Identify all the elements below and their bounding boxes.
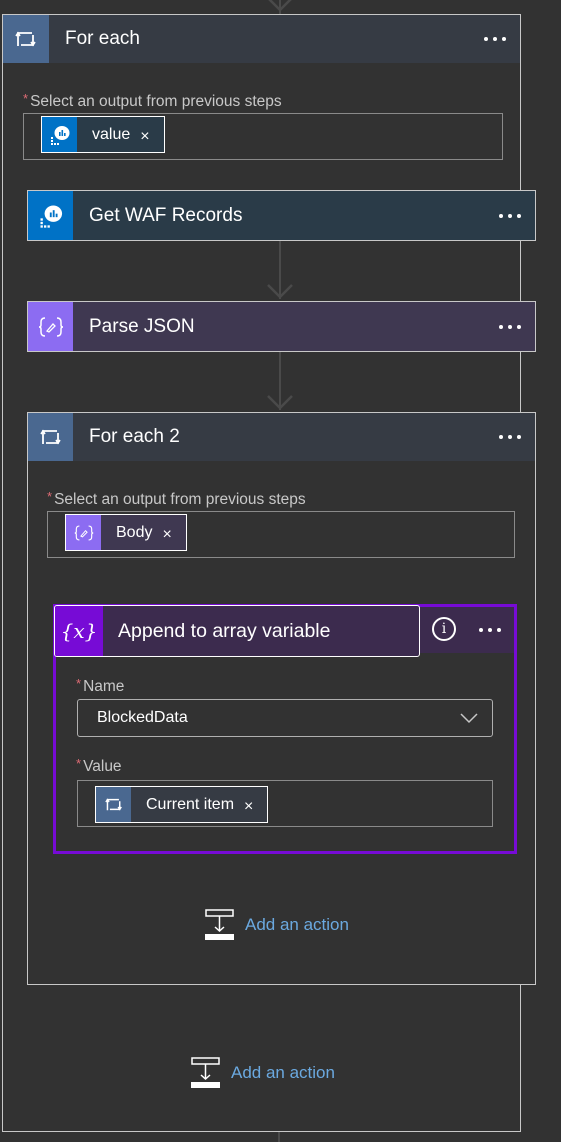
loop-icon bbox=[96, 787, 131, 822]
for-each-2-header[interactable]: For each 2 bbox=[28, 413, 535, 461]
name-dropdown[interactable]: BlockedData bbox=[77, 699, 493, 737]
for-each-2-field-label: * Select an output from previous steps bbox=[47, 489, 306, 508]
variable-icon: {x} bbox=[55, 606, 103, 656]
for-each-title: For each bbox=[65, 28, 140, 49]
value-token-label: value bbox=[92, 125, 131, 143]
chevron-down-icon bbox=[460, 713, 478, 724]
for-each-2-title: For each 2 bbox=[89, 426, 180, 447]
add-action-icon bbox=[205, 909, 234, 940]
connector-arrow-icon bbox=[268, 0, 292, 12]
for-each-container: For each * Select an output from previous… bbox=[2, 14, 536, 1132]
application-insights-icon bbox=[42, 117, 77, 152]
get-waf-records-card[interactable]: Get WAF Records bbox=[27, 190, 536, 241]
name-field-label: * Name bbox=[76, 676, 125, 695]
parse-json-card[interactable]: Parse JSON bbox=[27, 301, 536, 352]
for-each-field-label: * Select an output from previous steps bbox=[23, 91, 282, 110]
for-each-header[interactable]: For each bbox=[3, 15, 520, 63]
connector-arrow-icon bbox=[267, 284, 293, 299]
current-item-token-label: Current item bbox=[146, 795, 235, 813]
add-action-outer-button[interactable]: Add an action bbox=[191, 1057, 335, 1089]
value-token-remove-button[interactable]: × bbox=[130, 128, 163, 146]
body-token-remove-button[interactable]: × bbox=[152, 526, 185, 544]
value-token[interactable]: value × bbox=[41, 116, 165, 153]
for-each-2-more-options-button[interactable] bbox=[499, 435, 535, 439]
append-to-array-card: {x} Append to array variable i * Name Blo… bbox=[53, 604, 517, 854]
body-token-label: Body bbox=[116, 523, 153, 541]
body-token[interactable]: Body × bbox=[65, 514, 187, 551]
for-each-output-input[interactable]: value × bbox=[23, 113, 503, 160]
connector-line-bottom bbox=[278, 1132, 280, 1142]
append-to-array-header[interactable]: {x} Append to array variable bbox=[54, 605, 420, 657]
append-to-array-title: Append to array variable bbox=[118, 619, 331, 642]
connector-arrow-icon bbox=[267, 395, 293, 410]
add-action-icon bbox=[191, 1057, 220, 1088]
info-icon[interactable]: i bbox=[432, 617, 456, 641]
loop-icon bbox=[3, 15, 49, 63]
get-waf-records-title: Get WAF Records bbox=[89, 204, 243, 226]
loop-icon bbox=[28, 413, 73, 461]
add-action-inner-label: Add an action bbox=[245, 915, 349, 934]
current-item-token[interactable]: Current item × bbox=[95, 786, 269, 823]
for-each-2-output-input[interactable]: Body × bbox=[47, 511, 515, 558]
value-field-label: * Value bbox=[76, 756, 122, 775]
for-each-more-options-button[interactable] bbox=[484, 37, 520, 41]
parse-json-more-options-button[interactable] bbox=[499, 324, 535, 329]
current-item-token-remove-button[interactable]: × bbox=[234, 798, 267, 816]
append-to-array-more-options-button[interactable] bbox=[479, 628, 501, 632]
add-action-outer-label: Add an action bbox=[231, 1063, 335, 1082]
application-insights-icon bbox=[28, 191, 73, 240]
parse-json-title: Parse JSON bbox=[89, 315, 195, 337]
name-dropdown-value: BlockedData bbox=[97, 709, 188, 726]
parse-json-icon bbox=[66, 515, 101, 550]
add-action-inner-button[interactable]: Add an action bbox=[205, 909, 349, 941]
get-waf-records-more-options-button[interactable] bbox=[499, 213, 535, 218]
value-input[interactable]: Current item × bbox=[77, 780, 493, 827]
for-each-2-container: For each 2 * Select an output from previo… bbox=[27, 412, 536, 985]
parse-json-icon bbox=[28, 302, 73, 351]
